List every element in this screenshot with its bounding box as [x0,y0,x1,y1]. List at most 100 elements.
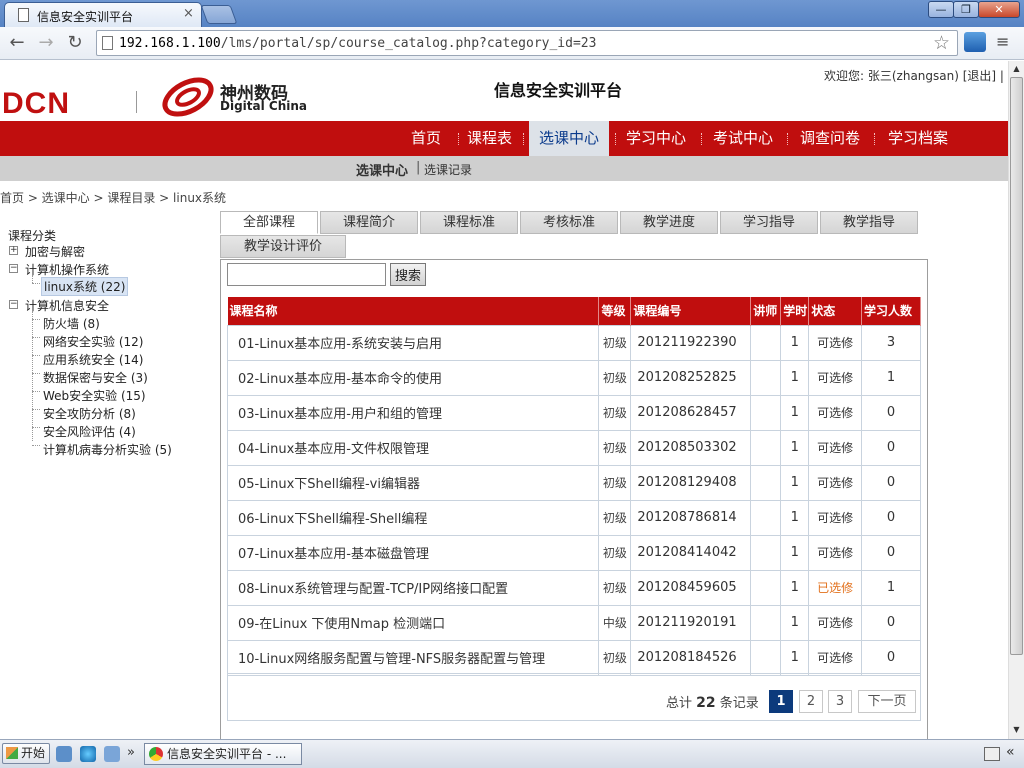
quicklaunch-icon[interactable] [104,746,120,762]
course-name-cell[interactable]: 07-Linux基本应用-基本磁盘管理 [226,534,600,571]
nav-learning-center[interactable]: 学习中心 [626,121,686,156]
table-row[interactable]: 04-Linux基本应用-文件权限管理 初级 201208503302 1 可选修 0 [226,429,921,466]
tree-node-network-security[interactable]: 网络安全实验 (12) [43,333,143,350]
maximize-button[interactable]: ❐ [953,1,979,18]
close-tab-icon[interactable]: × [183,6,194,21]
close-window-button[interactable]: ✕ [978,1,1020,18]
course-name-cell[interactable]: 02-Linux基本应用-基本命令的使用 [226,359,600,396]
new-tab-button[interactable] [200,5,238,24]
tree-node-virus-analysis[interactable]: 计算机病毒分析实验 (5) [43,441,172,458]
page-3-button[interactable]: 3 [828,690,852,713]
ie-icon[interactable] [80,746,96,762]
desktop-icon[interactable] [56,746,72,762]
subnav-course-selection[interactable]: 选课中心 [356,160,408,179]
table-row[interactable]: 05-Linux下Shell编程-vi编辑器 初级 201208129408 1 可选修… [226,464,921,501]
vertical-scrollbar[interactable]: ▲ ▼ [1008,61,1024,739]
collapse-minus-icon[interactable]: − [9,264,18,273]
nav-schedule[interactable]: 课程表 [467,121,512,156]
menu-wrench-icon[interactable]: ≡ [996,32,1009,51]
tree-node-infosec[interactable]: 计算机信息安全 [25,297,109,314]
course-name-cell[interactable]: 10-Linux网络服务配置与管理-NFS服务器配置与管理 [226,639,600,676]
tree-node-linux[interactable]: linux系统 (22) [41,277,129,296]
course-name-cell[interactable]: 08-Linux系统管理与配置-TCP/IP网络接口配置 [226,569,600,606]
status-cell[interactable]: 可选修 [808,429,863,466]
scroll-thumb[interactable] [1010,77,1023,655]
status-cell[interactable]: 可选修 [808,359,863,396]
tree-node-risk-assessment[interactable]: 安全风险评估 (4) [43,423,136,440]
welcome-text[interactable]: 欢迎您: 张三(zhangsan) [退出] | [824,67,1004,84]
table-row[interactable]: 09-在Linux 下使用Nmap 检测端口 中级 201211920191 1 可选修… [226,604,921,641]
page-1-button[interactable]: 1 [769,690,793,713]
quicklaunch-chevron-icon[interactable]: » [127,745,135,760]
nav-course-selection[interactable]: 选课中心 [529,121,610,156]
tray-expand-icon[interactable]: « [1006,744,1015,760]
forward-icon[interactable]: → [34,31,58,55]
course-code-cell: 201208786814 [630,499,752,536]
course-name-cell[interactable]: 01-Linux基本应用-系统安装与启用 [226,324,600,361]
scroll-down-icon[interactable]: ▼ [1010,723,1023,737]
tab-teaching-guide[interactable]: 教学指导 [820,211,918,234]
table-row[interactable]: 02-Linux基本应用-基本命令的使用 初级 201208252825 1 可选修 1 [226,359,921,396]
search-button[interactable]: 搜索 [390,263,426,286]
tab-design-evaluation[interactable]: 教学设计评价 [220,235,346,258]
minimize-button[interactable]: — [928,1,954,18]
course-name-cell[interactable]: 06-Linux下Shell编程-Shell编程 [226,499,600,536]
nav-learning-records[interactable]: 学习档案 [888,121,948,156]
course-code-cell: 201208503302 [630,429,752,466]
tree-node-os[interactable]: 计算机操作系统 [25,261,109,278]
nav-home[interactable]: 首页 [411,121,441,156]
keyboard-icon[interactable] [984,747,1000,761]
collapse-minus-icon[interactable]: − [9,300,18,309]
tab-teaching-progress[interactable]: 教学进度 [620,211,718,234]
breadcrumb[interactable]: 首页 > 选课中心 > 课程目录 > linux系统 [0,189,226,206]
bookmark-star-icon[interactable]: ☆ [933,32,950,54]
taskbar-browser-item[interactable]: 信息安全实训平台 - ... [144,743,302,765]
course-code-cell: 201208628457 [630,394,752,431]
tree-node-firewall[interactable]: 防火墙 (8) [43,315,100,332]
scroll-up-icon[interactable]: ▲ [1010,62,1023,76]
tree-node-encryption[interactable]: 加密与解密 [25,243,85,260]
course-name-cell[interactable]: 03-Linux基本应用-用户和组的管理 [226,394,600,431]
status-cell[interactable]: 可选修 [808,324,863,361]
reload-icon[interactable]: ↻ [63,31,87,55]
course-code-cell: 201208414042 [630,534,752,571]
logo-english-name: Digital China [220,99,308,113]
status-cell[interactable]: 可选修 [808,499,863,536]
course-name-cell[interactable]: 04-Linux基本应用-文件权限管理 [226,429,600,466]
status-cell[interactable]: 可选修 [808,394,863,431]
page-2-button[interactable]: 2 [799,690,823,713]
table-row[interactable]: 10-Linux网络服务配置与管理-NFS服务器配置与管理 初级 201208184… [226,639,921,676]
course-name-cell[interactable]: 05-Linux下Shell编程-vi编辑器 [226,464,600,501]
tab-assessment-standard[interactable]: 考核标准 [520,211,618,234]
nav-separator [874,133,875,145]
status-cell[interactable]: 可选修 [808,464,863,501]
tree-node-app-security[interactable]: 应用系统安全 (14) [43,351,143,368]
extension-icon[interactable] [964,32,986,52]
table-row[interactable]: 06-Linux下Shell编程-Shell编程 初级 201208786814 1 可… [226,499,921,536]
status-cell[interactable]: 可选修 [808,604,863,641]
tree-node-data-security[interactable]: 数据保密与安全 (3) [43,369,148,386]
course-name-cell[interactable]: 09-在Linux 下使用Nmap 检测端口 [226,604,600,641]
subnav-selection-records[interactable]: 选课记录 [424,161,472,178]
tab-all-courses[interactable]: 全部课程 [220,211,318,234]
browser-tab[interactable]: 信息安全实训平台 × [4,2,202,27]
tab-course-intro[interactable]: 课程简介 [320,211,418,234]
tab-course-standard[interactable]: 课程标准 [420,211,518,234]
table-row[interactable]: 01-Linux基本应用-系统安装与启用 初级 201211922390 1 可选修 3 [226,324,921,361]
address-bar[interactable]: 192.168.1.100/lms/portal/sp/course_catal… [96,30,958,56]
table-row[interactable]: 03-Linux基本应用-用户和组的管理 初级 201208628457 1 可选修 0 [226,394,921,431]
tree-node-web-security[interactable]: Web安全实验 (15) [43,387,146,404]
status-cell[interactable]: 可选修 [808,639,863,676]
status-cell[interactable]: 已选修 [808,569,863,606]
search-input[interactable] [227,263,386,286]
back-icon[interactable]: ← [5,31,29,55]
expand-plus-icon[interactable]: + [9,246,18,255]
nav-exam-center[interactable]: 考试中心 [713,121,773,156]
table-row[interactable]: 08-Linux系统管理与配置-TCP/IP网络接口配置 初级 2012084596… [226,569,921,606]
next-page-button[interactable]: 下一页 [858,690,916,713]
status-cell[interactable]: 可选修 [808,534,863,571]
nav-survey[interactable]: 调查问卷 [800,121,860,156]
table-row[interactable]: 07-Linux基本应用-基本磁盘管理 初级 201208414042 1 可选修 0 [226,534,921,571]
tree-node-attack-defense[interactable]: 安全攻防分析 (8) [43,405,136,422]
tab-learning-guide[interactable]: 学习指导 [720,211,818,234]
